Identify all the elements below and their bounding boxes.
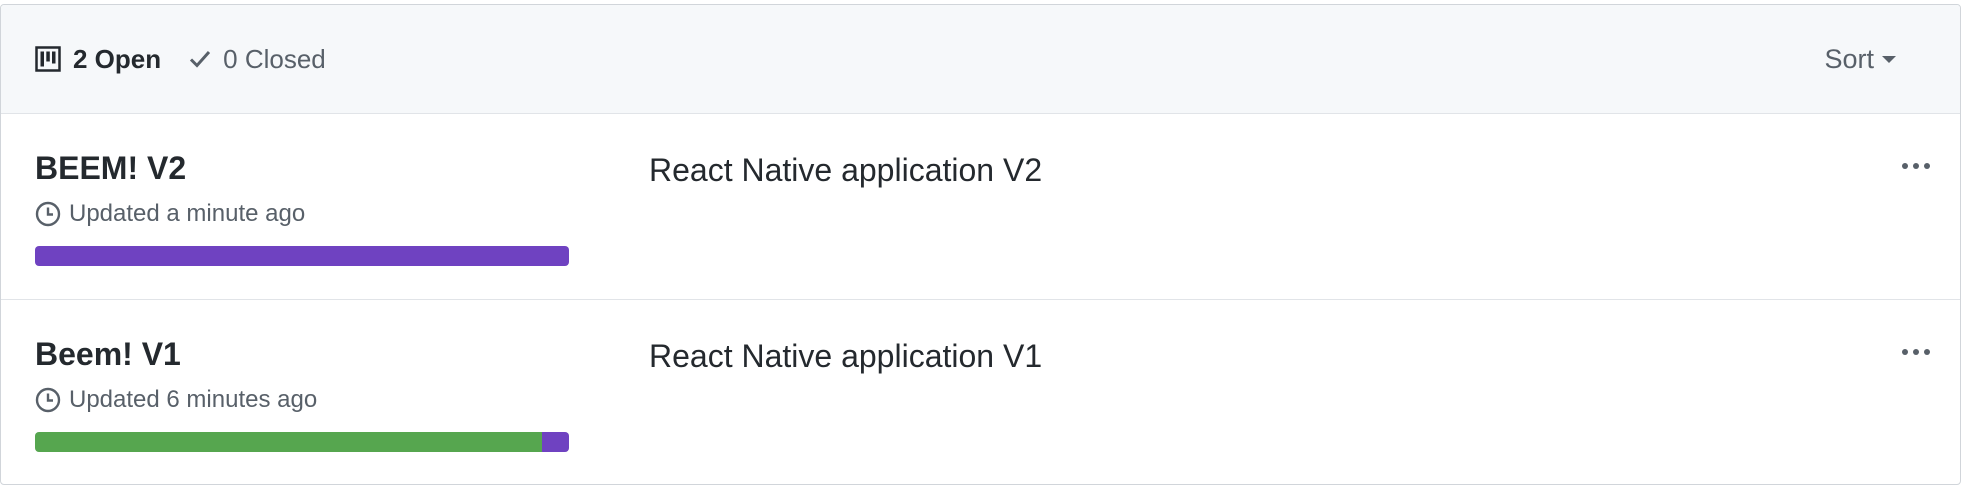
- kebab-dot: [1913, 349, 1919, 355]
- kebab-horizontal-icon: [1902, 163, 1908, 169]
- updated-text: Updated 6 minutes ago: [69, 386, 318, 413]
- open-count-label: 2 Open: [73, 43, 162, 74]
- project-more-button[interactable]: [1902, 346, 1930, 358]
- project-more-button[interactable]: [1902, 160, 1930, 172]
- kebab-dot: [1913, 163, 1919, 169]
- progress-done-segment: [35, 432, 543, 452]
- project-name-link[interactable]: Beem! V1: [35, 336, 181, 373]
- closed-count-label: 0 Closed: [223, 43, 326, 74]
- project-updated: Updated 6 minutes ago: [35, 386, 317, 414]
- project-progress-bar: [35, 246, 569, 266]
- kebab-dot: [1924, 349, 1930, 355]
- clock-icon: [35, 201, 61, 227]
- progress-in-progress-segment: [542, 432, 569, 452]
- kebab-horizontal-icon: [1902, 349, 1908, 355]
- check-icon: [190, 51, 211, 68]
- kebab-dot: [1924, 163, 1930, 169]
- progress-in-progress-segment: [35, 246, 569, 266]
- caret-down-icon: [1882, 55, 1896, 63]
- project-description: React Native application V2: [649, 152, 1043, 188]
- sort-label: Sort: [1824, 43, 1874, 74]
- project-icon: [35, 46, 61, 72]
- project-progress-bar: [35, 432, 569, 452]
- clock-icon: [35, 387, 61, 413]
- projects-header: 2 Open 0 Closed Sort: [1, 5, 1960, 114]
- project-name-link[interactable]: BEEM! V2: [35, 150, 186, 187]
- project-description: React Native application V1: [649, 338, 1043, 374]
- project-row: Beem! V1 Updated 6 minutes ago React Nat…: [1, 300, 1960, 484]
- project-row: BEEM! V2 Updated a minute ago React Nati…: [1, 114, 1960, 300]
- sort-dropdown[interactable]: Sort: [1824, 44, 1896, 75]
- updated-text: Updated a minute ago: [69, 200, 306, 227]
- closed-filter[interactable]: 0 Closed: [189, 44, 326, 75]
- projects-list: 2 Open 0 Closed Sort BEEM! V2 Updated a …: [0, 4, 1961, 485]
- open-filter[interactable]: 2 Open: [35, 44, 161, 75]
- project-updated: Updated a minute ago: [35, 200, 305, 228]
